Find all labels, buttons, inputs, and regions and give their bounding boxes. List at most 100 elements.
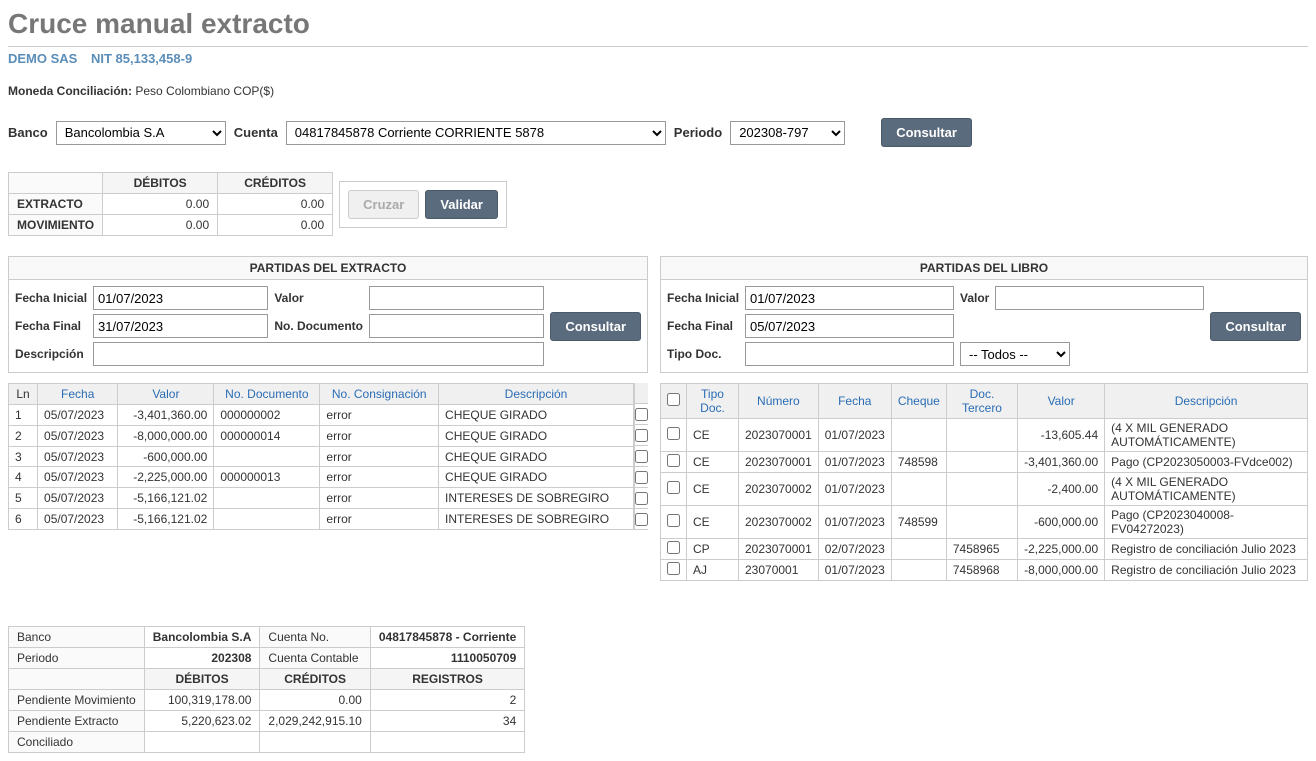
periodo-label: Periodo bbox=[674, 125, 722, 140]
lib-consultar-button[interactable]: Consultar bbox=[1210, 312, 1301, 341]
ext-row-checkbox[interactable] bbox=[635, 492, 648, 505]
f-h-deb: DÉBITOS bbox=[144, 669, 260, 690]
lib-todos-select[interactable]: -- Todos -- bbox=[960, 342, 1070, 366]
ext-valor-input[interactable] bbox=[369, 286, 544, 310]
action-box: Cruzar Validar bbox=[339, 181, 507, 228]
lib-check-all[interactable] bbox=[661, 384, 687, 419]
lib-col-tipo[interactable]: Tipo Doc. bbox=[687, 384, 739, 419]
ext-nodoc-label: No. Documento bbox=[274, 319, 363, 333]
company-info: DEMO SAS NIT 85,133,458-9 bbox=[8, 46, 1308, 66]
f-conc-deb bbox=[144, 732, 260, 753]
f-conc-cre bbox=[260, 732, 370, 753]
f-pendext-cre: 2,029,242,915.10 bbox=[260, 711, 370, 732]
lib-row-checkbox[interactable] bbox=[667, 541, 680, 554]
ext-col-desc[interactable]: Descripción bbox=[439, 384, 634, 405]
table-row: 2 05/07/2023 -8,000,000.00 000000014 err… bbox=[9, 425, 634, 446]
f-pendext-l: Pendiente Extracto bbox=[9, 711, 145, 732]
table-row: CE 2023070002 01/07/2023 748599 -600,000… bbox=[661, 506, 1308, 539]
footer-summary-table: Banco Bancolombia S.A Cuenta No. 0481784… bbox=[8, 626, 525, 753]
table-row: AJ 23070001 01/07/2023 7458968 -8,000,00… bbox=[661, 560, 1308, 581]
libro-panel: PARTIDAS DEL LIBRO Fecha Inicial Valor C… bbox=[660, 256, 1308, 373]
lib-col-valor[interactable]: Valor bbox=[1018, 384, 1105, 419]
summary-table: DÉBITOS CRÉDITOS EXTRACTO 0.00 0.00 MOVI… bbox=[8, 172, 333, 236]
banco-select[interactable]: Bancolombia S.A bbox=[56, 121, 226, 145]
extracto-credito: 0.00 bbox=[218, 194, 333, 215]
summary-row-movimiento: MOVIMIENTO bbox=[9, 215, 103, 236]
f-periodo-l: Periodo bbox=[9, 648, 145, 669]
lib-fecha-ini-label: Fecha Inicial bbox=[667, 291, 739, 305]
ext-row-checkbox[interactable] bbox=[635, 408, 648, 421]
cuenta-select[interactable]: 04817845878 Corriente CORRIENTE 5878 bbox=[286, 121, 666, 145]
ext-row-checkbox[interactable] bbox=[635, 450, 648, 463]
nit-value: 85,133,458-9 bbox=[116, 51, 193, 66]
ext-col-valor[interactable]: Valor bbox=[118, 384, 214, 405]
ext-fecha-fin-input[interactable] bbox=[93, 314, 268, 338]
lib-tipo-input[interactable] bbox=[745, 342, 954, 366]
ext-nodoc-input[interactable] bbox=[369, 314, 544, 338]
table-row: CE 2023070002 01/07/2023 -2,400.00 (4 X … bbox=[661, 473, 1308, 506]
table-row: CP 2023070001 02/07/2023 7458965 -2,225,… bbox=[661, 539, 1308, 560]
lib-row-checkbox[interactable] bbox=[667, 481, 680, 494]
ext-fecha-fin-label: Fecha Final bbox=[15, 319, 87, 333]
table-row: 1 05/07/2023 -3,401,360.00 000000002 err… bbox=[9, 405, 634, 426]
f-pendext-deb: 5,220,623.02 bbox=[144, 711, 260, 732]
table-row: 5 05/07/2023 -5,166,121.02 error INTERES… bbox=[9, 488, 634, 509]
movimiento-debito: 0.00 bbox=[103, 215, 218, 236]
libro-panel-title: PARTIDAS DEL LIBRO bbox=[661, 257, 1307, 280]
extracto-table: Ln Fecha Valor No. Documento No. Consign… bbox=[8, 383, 634, 530]
lib-row-checkbox[interactable] bbox=[667, 514, 680, 527]
lib-check-all-box[interactable] bbox=[667, 393, 680, 406]
extracto-panel-title: PARTIDAS DEL EXTRACTO bbox=[9, 257, 647, 280]
banco-label: Banco bbox=[8, 125, 48, 140]
table-row: CE 2023070001 01/07/2023 748598 -3,401,3… bbox=[661, 452, 1308, 473]
ext-desc-input[interactable] bbox=[93, 342, 544, 366]
lib-row-checkbox[interactable] bbox=[667, 454, 680, 467]
ext-row-checkbox[interactable] bbox=[635, 429, 648, 442]
lib-row-checkbox[interactable] bbox=[667, 562, 680, 575]
lib-col-cheque[interactable]: Cheque bbox=[891, 384, 946, 419]
f-conc-l: Conciliado bbox=[9, 732, 145, 753]
f-cuentano-v: 04817845878 - Corriente bbox=[370, 627, 524, 648]
lib-row-checkbox[interactable] bbox=[667, 427, 680, 440]
lib-fecha-ini-input[interactable] bbox=[745, 286, 954, 310]
lib-col-fecha[interactable]: Fecha bbox=[818, 384, 891, 419]
table-row: 4 05/07/2023 -2,225,000.00 000000013 err… bbox=[9, 467, 634, 488]
nit-label: NIT bbox=[91, 51, 112, 66]
f-pendmov-reg: 2 bbox=[370, 690, 524, 711]
ext-col-nodoc[interactable]: No. Documento bbox=[214, 384, 320, 405]
lib-fecha-fin-input[interactable] bbox=[745, 314, 954, 338]
ext-consultar-button[interactable]: Consultar bbox=[550, 312, 641, 341]
lib-valor-input[interactable] bbox=[995, 286, 1204, 310]
periodo-select[interactable]: 202308-797 bbox=[730, 121, 845, 145]
extracto-panel: PARTIDAS DEL EXTRACTO Fecha Inicial Valo… bbox=[8, 256, 648, 373]
ext-fecha-ini-input[interactable] bbox=[93, 286, 268, 310]
table-row: 3 05/07/2023 -600,000.00 error CHEQUE GI… bbox=[9, 446, 634, 467]
f-pendext-reg: 34 bbox=[370, 711, 524, 732]
currency-line: Moneda Conciliación: Peso Colombiano COP… bbox=[8, 84, 1308, 98]
ext-col-nocons[interactable]: No. Consignación bbox=[320, 384, 439, 405]
cruzar-button[interactable]: Cruzar bbox=[348, 190, 419, 219]
f-banco-v: Bancolombia S.A bbox=[144, 627, 260, 648]
lib-col-desc[interactable]: Descripción bbox=[1105, 384, 1308, 419]
table-row: CE 2023070001 01/07/2023 -13,605.44 (4 X… bbox=[661, 419, 1308, 452]
movimiento-credito: 0.00 bbox=[218, 215, 333, 236]
ext-col-fecha[interactable]: Fecha bbox=[38, 384, 118, 405]
ext-valor-label: Valor bbox=[274, 291, 363, 305]
f-conc-reg bbox=[370, 732, 524, 753]
ext-row-checkbox[interactable] bbox=[635, 471, 648, 484]
cuenta-label: Cuenta bbox=[234, 125, 278, 140]
ext-row-checkbox[interactable] bbox=[635, 513, 648, 526]
extracto-debito: 0.00 bbox=[103, 194, 218, 215]
f-contable-v: 1110050709 bbox=[370, 648, 524, 669]
lib-tipo-label: Tipo Doc. bbox=[667, 347, 739, 361]
consultar-main-button[interactable]: Consultar bbox=[881, 118, 972, 147]
lib-col-tercero[interactable]: Doc. Tercero bbox=[946, 384, 1017, 419]
lib-valor-label: Valor bbox=[960, 291, 989, 305]
f-periodo-v: 202308 bbox=[144, 648, 260, 669]
page-title: Cruce manual extracto bbox=[8, 8, 1308, 40]
validar-button[interactable]: Validar bbox=[425, 190, 498, 219]
f-h-reg: REGISTROS bbox=[370, 669, 524, 690]
summary-row-extracto: EXTRACTO bbox=[9, 194, 103, 215]
f-pendmov-deb: 100,319,178.00 bbox=[144, 690, 260, 711]
lib-col-num[interactable]: Número bbox=[739, 384, 819, 419]
